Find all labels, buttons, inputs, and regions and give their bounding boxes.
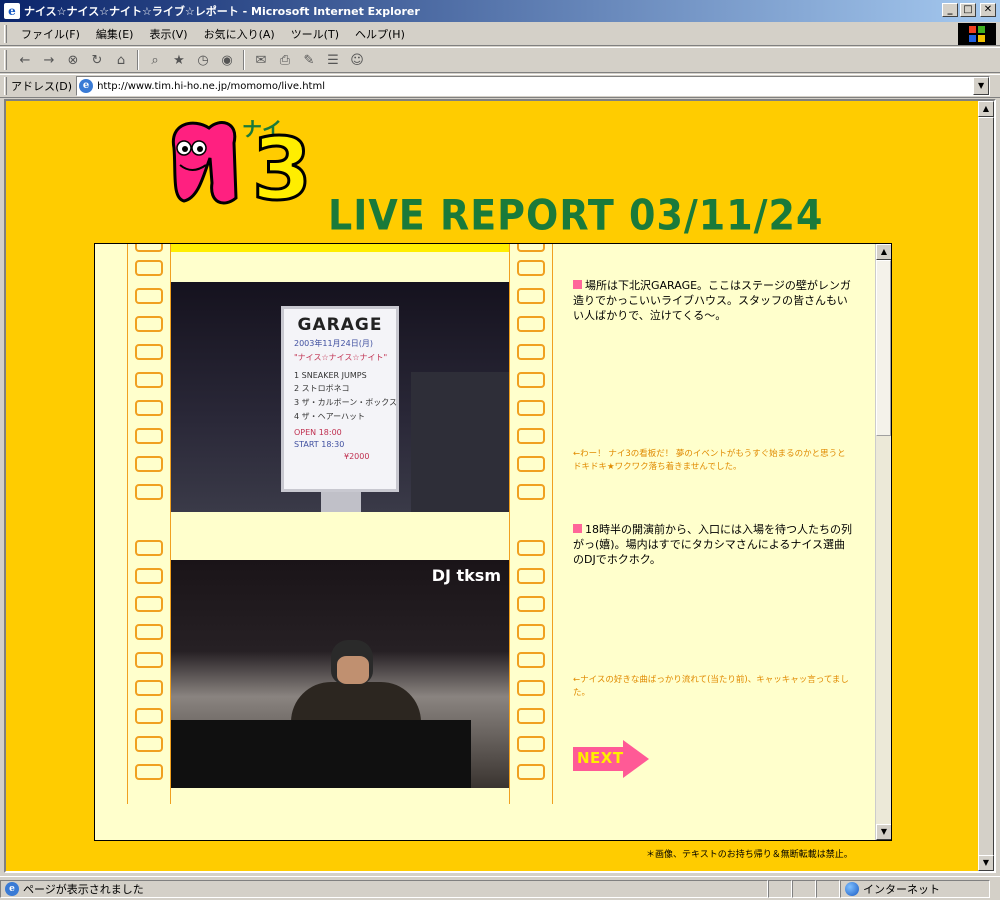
garage-sign-price: ¥2000 bbox=[344, 452, 370, 461]
address-dropdown-icon[interactable]: ▼ bbox=[973, 77, 990, 95]
discuss-icon[interactable]: ☰ bbox=[322, 50, 344, 70]
standard-toolbar: ← → ⊗ ↻ ⌂ ⌕ ★ ◷ ◉ ✉ ⎙ ✎ ☰ ☺ bbox=[0, 47, 1000, 73]
window-controls: _ □ ✕ bbox=[942, 3, 996, 17]
stop-icon[interactable]: ⊗ bbox=[62, 50, 84, 70]
page-scroll-thumb[interactable] bbox=[978, 117, 994, 857]
home-icon[interactable]: ⌂ bbox=[110, 50, 132, 70]
menu-tools[interactable]: ツール(T) bbox=[283, 26, 347, 42]
mail-icon[interactable]: ✉ bbox=[250, 50, 272, 70]
logo-number: 3 bbox=[251, 120, 314, 220]
garage-sign-photo: GARAGE 2003年11月24日(月) "ナイス☆ナイス☆ナイト" 1 SN… bbox=[171, 282, 509, 512]
menu-file[interactable]: ファイル(F) bbox=[13, 26, 88, 42]
maximize-button[interactable]: □ bbox=[960, 3, 976, 17]
frame-scrollbar[interactable]: ▲ ▼ bbox=[875, 244, 891, 840]
status-pane-1 bbox=[768, 879, 792, 898]
garage-sign: GARAGE 2003年11月24日(月) "ナイス☆ナイス☆ナイト" 1 SN… bbox=[281, 306, 399, 492]
toolbar-separator bbox=[137, 50, 139, 70]
menu-bar: ファイル(F) 編集(E) 表示(V) お気に入り(A) ツール(T) ヘルプ(… bbox=[0, 22, 1000, 46]
page-scroll-down-icon[interactable]: ▼ bbox=[978, 855, 994, 871]
page-scrollbar[interactable]: ▲ ▼ bbox=[978, 101, 994, 871]
garage-sign-lineup-4: 4 ザ・ヘアーハット bbox=[294, 412, 365, 421]
frame-scroll-down-icon[interactable]: ▼ bbox=[876, 824, 891, 840]
frame-scroll-up-icon[interactable]: ▲ bbox=[876, 244, 891, 260]
content-frame: GARAGE 2003年11月24日(月) "ナイス☆ナイス☆ナイト" 1 SN… bbox=[94, 243, 892, 841]
print-icon[interactable]: ⎙ bbox=[274, 50, 296, 70]
status-pane-2 bbox=[792, 879, 816, 898]
windows-logo-icon bbox=[958, 23, 996, 45]
pink-square-icon bbox=[573, 280, 582, 289]
address-grip[interactable] bbox=[4, 77, 7, 95]
status-pane-3 bbox=[816, 879, 840, 898]
menu-grip[interactable] bbox=[4, 24, 7, 43]
pink-square-icon bbox=[573, 524, 582, 533]
menu-favorites[interactable]: お気に入り(A) bbox=[196, 26, 283, 42]
garage-sign-open: OPEN 18:00 bbox=[294, 428, 342, 437]
frame-scroll-thumb[interactable] bbox=[876, 260, 891, 436]
film-strip: GARAGE 2003年11月24日(月) "ナイス☆ナイス☆ナイト" 1 SN… bbox=[127, 244, 553, 804]
entry-text-2: 18時半の開演前から、入口には入場を待つ人たちの列がっ(嬉)。場内はすでにタカシ… bbox=[573, 523, 852, 566]
next-button[interactable]: NEXT bbox=[573, 740, 649, 778]
entry-text-1: 場所は下北沢GARAGE。ここはステージの壁がレンガ造りでかっこいいライブハウス… bbox=[573, 279, 851, 322]
page-icon: e bbox=[79, 79, 94, 93]
favorites-icon[interactable]: ★ bbox=[168, 50, 190, 70]
film-top-bar bbox=[171, 244, 509, 252]
address-field[interactable]: e ▼ bbox=[76, 76, 991, 96]
media-icon[interactable]: ◉ bbox=[216, 50, 238, 70]
address-bar: アドレス(D) e ▼ bbox=[0, 74, 1000, 98]
browser-window: e ナイス☆ナイス☆ナイト☆ライブ☆レポート - Microsoft Inter… bbox=[0, 0, 1000, 900]
film-rail-right bbox=[509, 244, 553, 804]
garage-sign-event: "ナイス☆ナイス☆ナイト" bbox=[294, 353, 388, 362]
dj-deck bbox=[171, 720, 471, 788]
dj-photo: DJ tksm bbox=[171, 560, 509, 788]
entry-caption-1: ←わー！ ナイ3の看板だ！ 夢のイベントがもうすぐ始まるのかと思うとドキドキ★ワ… bbox=[573, 449, 846, 472]
photo-pole bbox=[321, 492, 361, 512]
garage-sign-lineup-3: 3 ザ・カルボーン・ボックス bbox=[294, 398, 397, 407]
ie-icon: e bbox=[4, 3, 20, 19]
toolbar-grip[interactable] bbox=[4, 50, 7, 70]
garage-sign-start: START 18:30 bbox=[294, 440, 345, 449]
status-zone: インターネット bbox=[840, 879, 990, 898]
status-bar: e ページが表示されました インターネット bbox=[0, 876, 1000, 900]
internet-zone-icon bbox=[845, 881, 859, 896]
film-rail-left bbox=[127, 244, 171, 804]
toolbar-separator bbox=[243, 50, 245, 70]
garage-sign-lineup-1: 1 SNEAKER JUMPS bbox=[294, 371, 367, 380]
refresh-icon[interactable]: ↻ bbox=[86, 50, 108, 70]
history-icon[interactable]: ◷ bbox=[192, 50, 214, 70]
menu-edit[interactable]: 編集(E) bbox=[88, 26, 142, 42]
page-done-icon: e bbox=[5, 881, 19, 896]
address-input[interactable] bbox=[97, 80, 958, 92]
status-message: e ページが表示されました bbox=[0, 879, 768, 898]
search-icon[interactable]: ⌕ bbox=[144, 50, 166, 70]
address-label: アドレス(D) bbox=[11, 80, 73, 93]
garage-sign-name: GARAGE bbox=[297, 315, 383, 335]
next-label: NEXT bbox=[577, 749, 624, 767]
dj-label: DJ tksm bbox=[431, 566, 501, 585]
back-icon[interactable]: ← bbox=[14, 50, 36, 70]
forward-icon[interactable]: → bbox=[38, 50, 60, 70]
menu-view[interactable]: 表示(V) bbox=[141, 26, 195, 42]
copyright-notice: ＊画像、テキストのお持ち帰り＆無断転載は禁止。 bbox=[646, 850, 853, 860]
edit-icon[interactable]: ✎ bbox=[298, 50, 320, 70]
page-scroll-up-icon[interactable]: ▲ bbox=[978, 101, 994, 117]
close-button[interactable]: ✕ bbox=[980, 3, 996, 17]
page-viewport: ナイ 3 LIVE REPORT 03/11/24 GARAGE 2003年11… bbox=[4, 99, 996, 873]
menu-help[interactable]: ヘルプ(H) bbox=[347, 26, 413, 42]
messenger-icon[interactable]: ☺ bbox=[346, 50, 368, 70]
garage-sign-date: 2003年11月24日(月) bbox=[294, 339, 373, 348]
report-title: LIVE REPORT 03/11/24 bbox=[328, 190, 824, 240]
minimize-button[interactable]: _ bbox=[942, 3, 958, 17]
window-title: ナイス☆ナイス☆ナイト☆ライブ☆レポート - Microsoft Interne… bbox=[24, 5, 420, 18]
garage-sign-lineup-2: 2 ストロボネコ bbox=[294, 384, 350, 393]
entry-caption-2: ←ナイスの好きな曲ばっかり流れて(当たり前)、キャッキャッ言ってました。 bbox=[573, 675, 849, 698]
title-bar: e ナイス☆ナイス☆ナイト☆ライブ☆レポート - Microsoft Inter… bbox=[0, 0, 1000, 22]
photo-wall bbox=[411, 372, 509, 512]
